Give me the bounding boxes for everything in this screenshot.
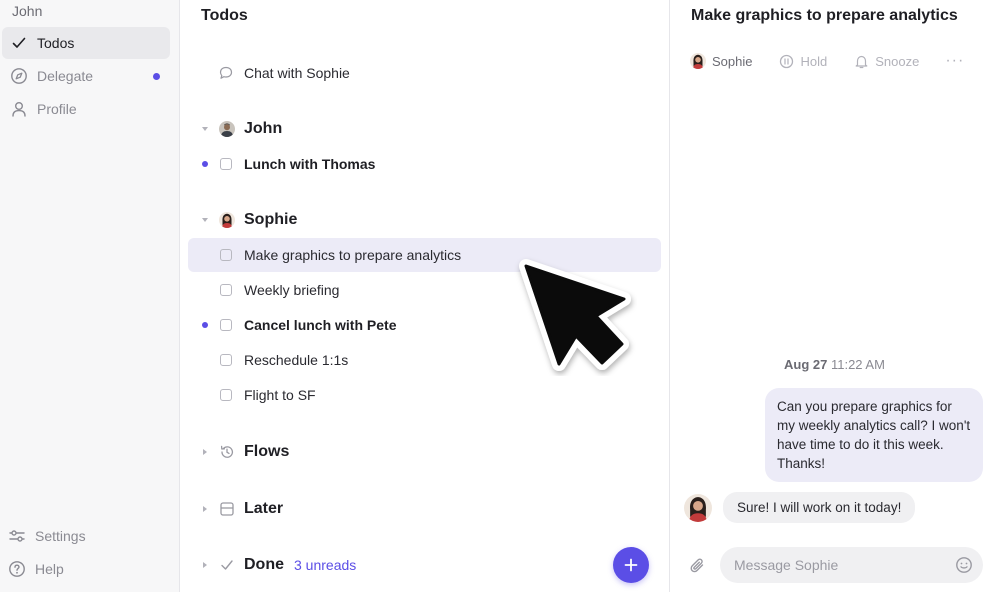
message-input[interactable]: [734, 557, 944, 573]
assignee-button[interactable]: Sophie: [690, 53, 752, 69]
list-item-label: Reschedule 1:1s: [244, 352, 349, 368]
user-name: John: [12, 3, 43, 19]
settings-label: Settings: [35, 528, 86, 544]
group-label: Done: [244, 556, 284, 573]
todo-checkbox[interactable]: [220, 389, 232, 401]
incoming-message-row: Sure! I will work on it today!: [684, 492, 916, 523]
todo-checkbox[interactable]: [220, 158, 232, 170]
group-flows[interactable]: Flows: [188, 437, 661, 467]
group-done[interactable]: Done 3 unreads: [188, 550, 661, 580]
todo-checkbox[interactable]: [220, 319, 232, 331]
snooze-button[interactable]: Snooze: [853, 53, 919, 69]
sidebar-item-delegate[interactable]: Delegate: [2, 60, 170, 92]
outgoing-message: Can you prepare graphics for my weekly a…: [765, 388, 983, 482]
list-item-label: Chat with Sophie: [244, 65, 350, 81]
list-item-chat[interactable]: Chat with Sophie: [188, 56, 661, 90]
group-label: Flows: [244, 443, 290, 460]
message-timestamp: Aug 27 11:22 AM: [784, 357, 885, 372]
plus-icon: [624, 558, 638, 572]
settings-button[interactable]: Settings: [2, 522, 170, 550]
unread-dot: [153, 72, 160, 80]
list-item-label: Lunch with Thomas: [244, 156, 376, 172]
caret-right-icon[interactable]: [200, 447, 210, 457]
page-title: Todos: [201, 7, 248, 24]
todo-checkbox[interactable]: [220, 249, 232, 261]
group-later[interactable]: Later: [188, 494, 661, 524]
avatar-sophie: [690, 53, 706, 69]
hold-button[interactable]: Hold: [778, 53, 827, 69]
snooze-label: Snooze: [875, 53, 920, 69]
add-todo-button[interactable]: [613, 547, 649, 583]
incoming-message: Sure! I will work on it today!: [723, 492, 916, 523]
message-composer: [720, 547, 983, 583]
list-item[interactable]: Lunch with Thomas: [188, 147, 661, 181]
check-icon: [219, 557, 235, 573]
chat-bubble-icon: [219, 66, 233, 80]
paperclip-icon[interactable]: [688, 556, 708, 576]
todo-checkbox[interactable]: [220, 284, 232, 296]
bell-icon: [853, 53, 869, 69]
list-item-label: Make graphics to prepare analytics: [244, 247, 462, 263]
list-item-label: Weekly briefing: [244, 282, 340, 298]
sidebar: John Todos Delegate Profile Settings Hel…: [0, 0, 180, 592]
help-icon: [8, 560, 26, 578]
inbox-icon: [219, 501, 235, 517]
sidebar-item-label: Delegate: [37, 68, 94, 84]
detail-pane: Make graphics to prepare analytics Sophi…: [669, 0, 1000, 592]
help-label: Help: [35, 561, 64, 577]
avatar-sophie: [219, 212, 235, 228]
group-label: Later: [244, 500, 284, 517]
todo-checkbox[interactable]: [220, 354, 232, 366]
avatar-john: [219, 121, 235, 137]
list-item-label: Cancel lunch with Pete: [244, 317, 397, 333]
hold-label: Hold: [800, 53, 828, 69]
more-options-icon[interactable]: ···: [945, 52, 964, 70]
list-item[interactable]: Flight to SF: [188, 378, 661, 412]
help-button[interactable]: Help: [2, 555, 170, 583]
sidebar-item-profile[interactable]: Profile: [2, 93, 170, 125]
group-john[interactable]: John: [188, 114, 661, 144]
caret-right-icon[interactable]: [200, 504, 210, 514]
unread-dot: [202, 161, 208, 167]
sidebar-item-label: Profile: [37, 101, 77, 117]
group-label: Sophie: [244, 211, 298, 228]
caret-down-icon[interactable]: [200, 124, 210, 134]
unread-dot: [202, 322, 208, 328]
sidebar-item-todos[interactable]: Todos: [2, 27, 170, 59]
list-item-label: Flight to SF: [244, 387, 316, 403]
emoji-icon[interactable]: [955, 556, 973, 574]
timestamp-date: Aug 27: [784, 357, 828, 372]
detail-actions: Sophie Hold Snooze ···: [690, 52, 964, 70]
group-sophie[interactable]: Sophie: [188, 205, 661, 235]
person-icon: [10, 100, 28, 118]
group-label: John: [244, 120, 283, 137]
hold-icon: [778, 53, 794, 69]
compass-icon: [10, 67, 28, 85]
assignee-label: Sophie: [712, 53, 753, 69]
caret-right-icon[interactable]: [200, 560, 210, 570]
sidebar-item-label: Todos: [37, 35, 75, 51]
check-icon: [10, 34, 28, 52]
timestamp-time: 11:22 AM: [830, 357, 885, 372]
detail-title: Make graphics to prepare analytics: [691, 7, 958, 24]
unread-count-badge[interactable]: 3 unreads: [294, 557, 356, 573]
caret-down-icon[interactable]: [200, 215, 210, 225]
history-icon: [219, 444, 235, 460]
mouse-pointer-icon: [519, 259, 631, 371]
sliders-icon: [8, 527, 26, 545]
avatar-sophie: [684, 493, 712, 522]
